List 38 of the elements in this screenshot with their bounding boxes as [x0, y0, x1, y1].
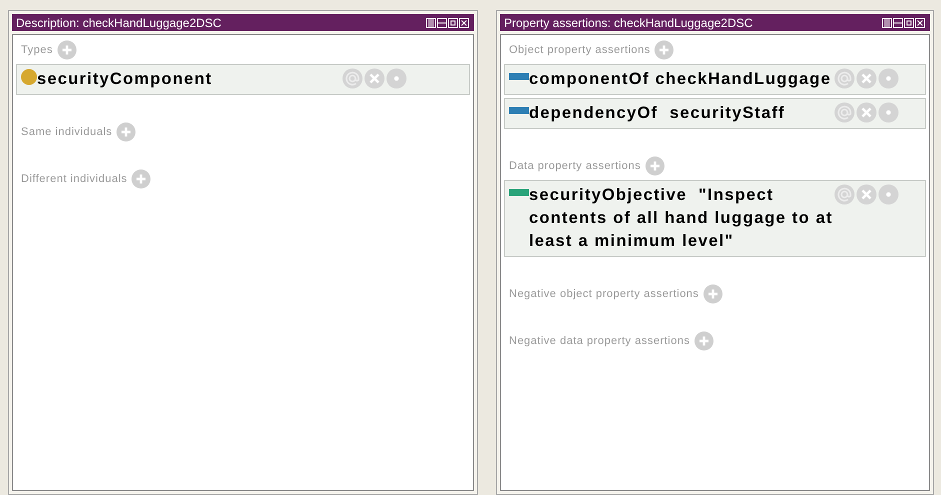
assertion-row[interactable]: componentOf checkHandLuggage [504, 64, 926, 95]
section-label: Different individuals [21, 172, 128, 187]
assertion-text: securityComponent [37, 69, 214, 90]
assertion-row[interactable]: securityComponent [16, 64, 470, 95]
add-icon[interactable] [131, 169, 152, 189]
section-label: Object property assertions [509, 42, 650, 58]
add-icon[interactable] [116, 122, 136, 142]
annotate-icon[interactable] [834, 184, 855, 205]
section-label: Negative object property assertions [509, 286, 699, 302]
section-label: Same individuals [21, 124, 112, 140]
window-controls-icon[interactable] [882, 18, 926, 28]
delete-icon[interactable] [364, 68, 385, 89]
add-icon[interactable] [654, 40, 674, 60]
annotate-icon[interactable] [834, 102, 855, 123]
delete-icon[interactable] [856, 68, 877, 89]
window-controls-icon[interactable] [426, 18, 470, 28]
delete-icon[interactable] [856, 184, 877, 205]
section-label: Negative data property assertions [509, 334, 690, 349]
panel-title: Description: checkHandLuggage2DSC [16, 16, 222, 28]
add-icon[interactable] [694, 331, 714, 351]
section-label: Types [21, 42, 53, 58]
add-icon[interactable] [644, 156, 665, 176]
edit-icon[interactable] [386, 68, 407, 89]
add-icon[interactable] [702, 284, 723, 304]
annotate-icon[interactable] [342, 68, 363, 89]
delete-icon[interactable] [856, 102, 877, 123]
add-icon[interactable] [56, 40, 77, 60]
assertion-text: componentOf checkHandLuggage [529, 69, 832, 90]
assertion-row[interactable]: securityObjective "Inspect contents of all hand luggage to at least a minimum level" [504, 180, 926, 257]
panel-title: Property assertions: checkHandLuggage2DSC [504, 16, 753, 28]
annotate-icon[interactable] [834, 68, 855, 89]
section-label: Data property assertions [509, 158, 641, 174]
assertion-row[interactable]: dependencyOf securityStaff [504, 98, 926, 129]
assertion-text: dependencyOf securityStaff [529, 103, 786, 124]
edit-icon[interactable] [878, 102, 899, 123]
assertion-text: securityObjective "Inspect contents of all hand luggage to at least a minimum level" [529, 185, 834, 252]
edit-icon[interactable] [878, 184, 899, 205]
edit-icon[interactable] [878, 68, 899, 89]
